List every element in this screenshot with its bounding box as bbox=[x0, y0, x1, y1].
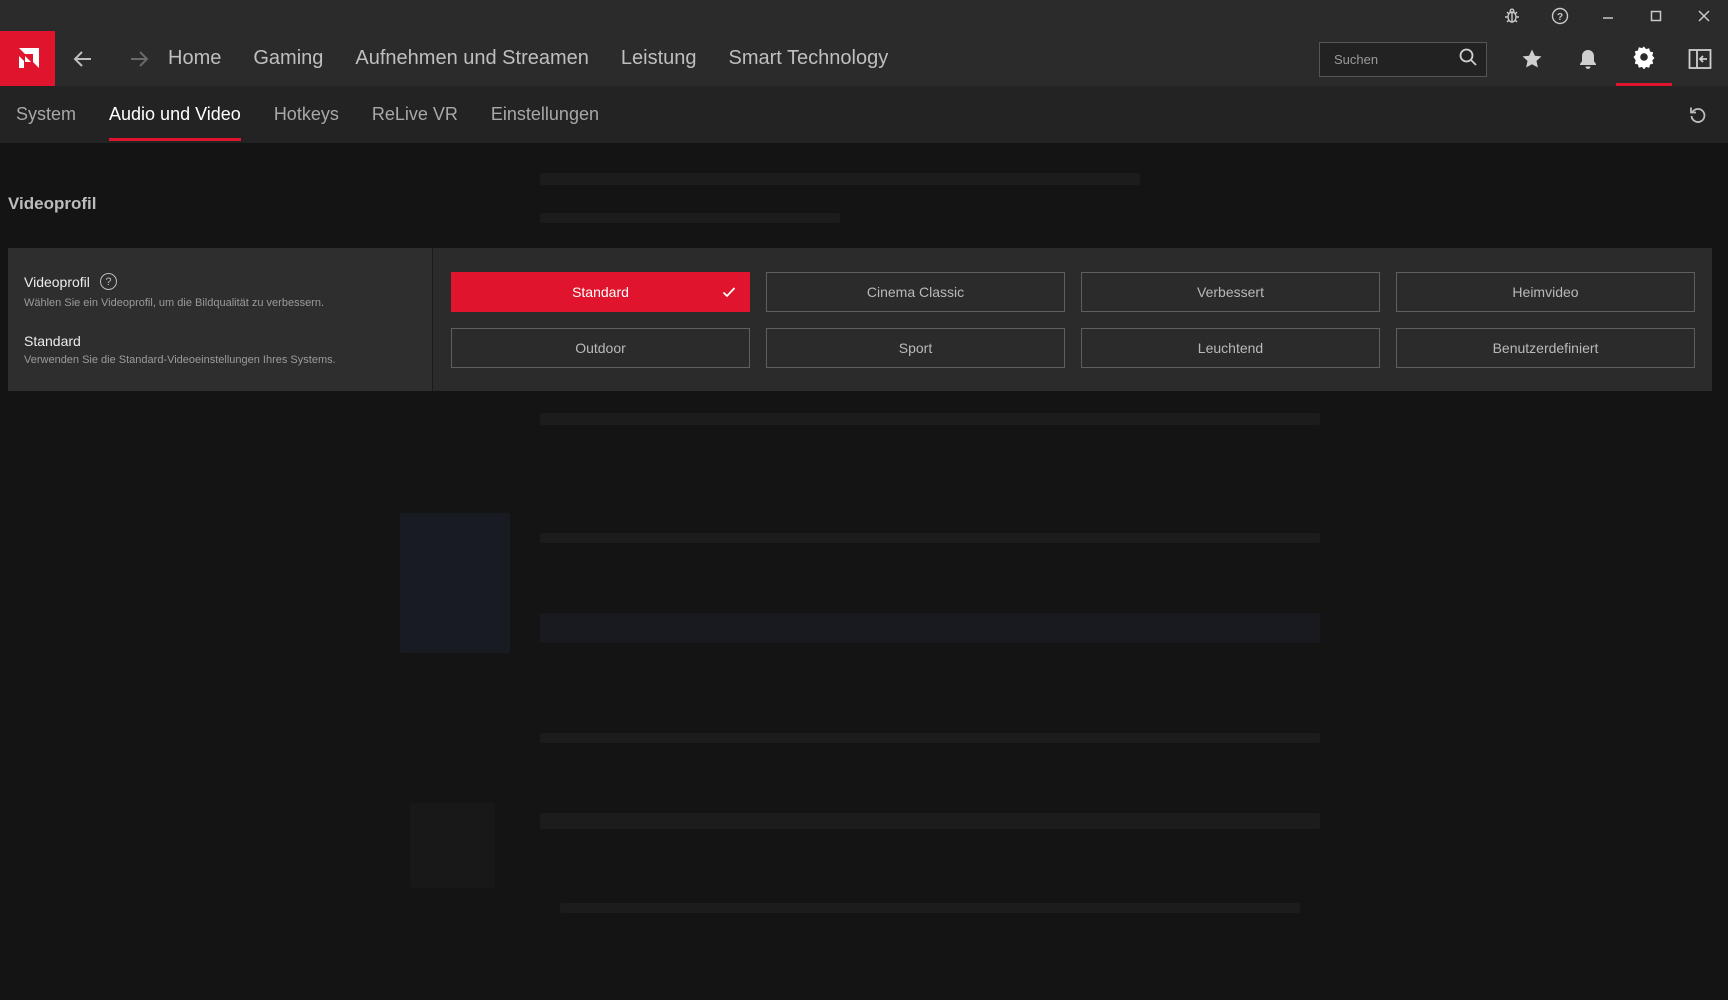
checkmark-icon bbox=[722, 287, 736, 298]
profile-sport-button[interactable]: Sport bbox=[766, 328, 1065, 368]
bell-icon[interactable] bbox=[1560, 31, 1616, 86]
nav-performance[interactable]: Leistung bbox=[621, 47, 697, 70]
section-title: Videoprofil bbox=[8, 194, 97, 213]
profile-label: Leuchtend bbox=[1197, 340, 1264, 356]
profile-label: Standard bbox=[572, 284, 629, 300]
nav-record-stream[interactable]: Aufnehmen und Streamen bbox=[355, 47, 589, 70]
profile-label: Sport bbox=[898, 340, 933, 356]
profile-enhanced-button[interactable]: Verbessert bbox=[1081, 272, 1380, 312]
profile-outdoor-button[interactable]: Outdoor bbox=[451, 328, 750, 368]
profile-label: Benutzerdefiniert bbox=[1492, 340, 1599, 356]
profile-custom-button[interactable]: Benutzerdefiniert bbox=[1396, 328, 1695, 368]
bug-report-icon[interactable] bbox=[1488, 0, 1536, 31]
video-profile-info: Videoprofil ? Wählen Sie ein Videoprofil… bbox=[8, 248, 433, 391]
svg-text:?: ? bbox=[1557, 12, 1563, 23]
profile-options: Standard Cinema Classic Verbessert Heimv… bbox=[451, 272, 1695, 368]
video-profile-title: Videoprofil bbox=[24, 273, 90, 290]
profile-label: Verbessert bbox=[1197, 284, 1264, 300]
minimize-icon[interactable] bbox=[1584, 0, 1632, 31]
profile-vivid-button[interactable]: Leuchtend bbox=[1081, 328, 1380, 368]
tab-relive-vr[interactable]: ReLive VR bbox=[372, 86, 458, 143]
video-profile-description: Wählen Sie ein Videoprofil, um die Bildq… bbox=[24, 297, 325, 309]
tab-audio-video[interactable]: Audio und Video bbox=[109, 86, 241, 143]
profile-cinema-classic-button[interactable]: Cinema Classic bbox=[766, 272, 1065, 312]
tab-settings[interactable]: Einstellungen bbox=[491, 86, 599, 143]
title-bar: ? bbox=[0, 0, 1728, 31]
profile-standard-button[interactable]: Standard bbox=[451, 272, 750, 312]
profile-home-video-button[interactable]: Heimvideo bbox=[1396, 272, 1695, 312]
video-profile-panel: Videoprofil ? Wählen Sie ein Videoprofil… bbox=[8, 248, 1712, 391]
profile-label: Cinema Classic bbox=[866, 284, 965, 300]
reset-icon[interactable] bbox=[1678, 86, 1718, 143]
search-box bbox=[1319, 42, 1487, 77]
selected-profile-title: Standard bbox=[24, 333, 81, 349]
tab-hotkeys[interactable]: Hotkeys bbox=[274, 86, 339, 143]
search-icon[interactable] bbox=[1458, 47, 1478, 72]
nav-home[interactable]: Home bbox=[168, 47, 221, 70]
gear-icon[interactable] bbox=[1616, 31, 1672, 86]
video-profile-title-row: Videoprofil ? bbox=[24, 273, 117, 290]
profile-label: Outdoor bbox=[575, 340, 626, 356]
sidebar-toggle-icon[interactable] bbox=[1672, 31, 1728, 86]
maximize-icon[interactable] bbox=[1632, 0, 1680, 31]
main-nav: Home Gaming Aufnehmen und Streamen Leist… bbox=[168, 31, 888, 86]
search-input[interactable] bbox=[1334, 52, 1458, 67]
selected-profile-description: Verwenden Sie die Standard-Videoeinstell… bbox=[24, 354, 336, 366]
forward-arrow-icon[interactable] bbox=[114, 31, 164, 86]
nav-gaming[interactable]: Gaming bbox=[253, 47, 323, 70]
back-arrow-icon[interactable] bbox=[58, 31, 108, 86]
amd-logo-icon[interactable] bbox=[0, 31, 55, 86]
profile-label: Heimvideo bbox=[1512, 284, 1579, 300]
sub-navigation: System Audio und Video Hotkeys ReLive VR… bbox=[0, 86, 1728, 143]
help-icon[interactable]: ? bbox=[1536, 0, 1584, 31]
nav-smart-technology[interactable]: Smart Technology bbox=[729, 47, 889, 70]
top-navigation: Home Gaming Aufnehmen und Streamen Leist… bbox=[0, 31, 1728, 86]
close-icon[interactable] bbox=[1680, 0, 1728, 31]
tab-system[interactable]: System bbox=[16, 86, 76, 143]
star-icon[interactable] bbox=[1504, 31, 1560, 86]
help-icon[interactable]: ? bbox=[99, 273, 117, 290]
